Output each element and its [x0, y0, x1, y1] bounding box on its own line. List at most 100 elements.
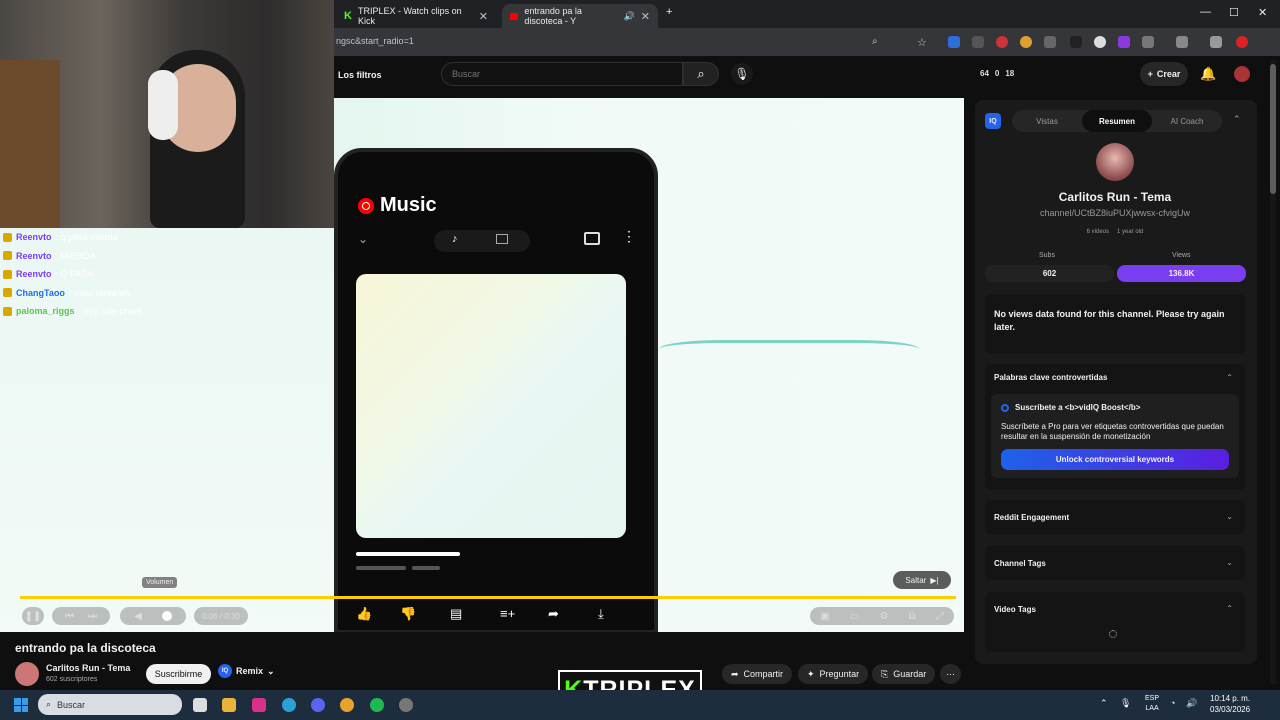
speaker-icon[interactable]: 🔊: [624, 11, 635, 22]
menu-icon[interactable]: [1210, 36, 1222, 48]
video-player[interactable]: Music ⌄ ♪ ⋮: [334, 98, 964, 632]
close-tab-icon[interactable]: ✕: [641, 10, 650, 23]
next-icon[interactable]: ⏭: [88, 611, 97, 622]
windows-start-icon[interactable]: [14, 698, 28, 712]
extension-icon[interactable]: [1044, 36, 1056, 48]
extension-icon[interactable]: [948, 36, 960, 48]
extension-icon[interactable]: [972, 36, 984, 48]
volume-slider[interactable]: [161, 611, 172, 621]
taskbar-search[interactable]: ⌕ Buscar: [38, 694, 182, 715]
add-to-playlist-icon[interactable]: ≡+: [500, 606, 515, 621]
spotify-icon[interactable]: [370, 698, 384, 712]
tab-ai-coach[interactable]: AI Coach: [1152, 110, 1222, 132]
extension-icon[interactable]: [996, 36, 1008, 48]
new-tab-button[interactable]: +: [666, 6, 672, 18]
puzzle-icon[interactable]: [1142, 36, 1154, 48]
url-text[interactable]: ngsc&start_radio=1: [336, 36, 414, 46]
chat-message: Reenvto: q pasa mierda: [0, 228, 320, 247]
store-icon[interactable]: [193, 698, 207, 712]
input-language[interactable]: ESP LAA: [1145, 694, 1159, 714]
minimize-button[interactable]: —: [1200, 6, 1211, 18]
system-clock[interactable]: 10:14 p. m. 03/03/2026: [1210, 693, 1250, 715]
voice-search-button[interactable]: 🎙: [731, 63, 753, 85]
comment-icon[interactable]: ▤: [450, 606, 462, 622]
more-actions-button[interactable]: ⋯: [940, 664, 961, 684]
settings-gear-icon[interactable]: ⚙: [879, 611, 888, 622]
extension-icon[interactable]: [1070, 36, 1082, 48]
bookmark-star-icon[interactable]: ☆: [917, 36, 929, 49]
discord-icon[interactable]: [311, 698, 325, 712]
ask-button[interactable]: ✦ Preguntar: [798, 664, 869, 684]
section-header[interactable]: Palabras clave controvertidas: [994, 373, 1107, 382]
download-icon[interactable]: ⤓: [598, 606, 604, 622]
progress-bar[interactable]: [20, 596, 956, 599]
wifi-icon[interactable]: ◔: [1170, 698, 1175, 708]
tab-triplex-kick[interactable]: K TRIPLEX - Watch clips on Kick ✕: [336, 4, 496, 28]
chevron-up-icon[interactable]: ⌃: [1226, 373, 1233, 382]
collapse-icon[interactable]: ⌃: [1233, 114, 1241, 125]
app-icon[interactable]: [399, 698, 413, 712]
scrollbar-thumb[interactable]: [1270, 64, 1276, 194]
miniplayer-icon[interactable]: ⧉: [909, 611, 916, 622]
account-avatar[interactable]: [1234, 66, 1250, 82]
channel-avatar[interactable]: [15, 662, 39, 686]
share-arrow-icon[interactable]: ➦: [548, 606, 559, 622]
tab-resumen[interactable]: Resumen: [1082, 110, 1152, 132]
remix-button[interactable]: IQ Remix ⌄: [218, 664, 275, 678]
dislike-icon[interactable]: 👎: [400, 606, 416, 622]
taskbar-search-label: Buscar: [57, 699, 86, 710]
extension-icon[interactable]: [1118, 36, 1130, 48]
page-scrollbar[interactable]: [1270, 60, 1276, 684]
close-window-button[interactable]: ✕: [1258, 6, 1267, 19]
tab-vistas[interactable]: Vistas: [1012, 110, 1082, 132]
tab-youtube-video[interactable]: entrando pa la discoteca - Y 🔊 ✕: [502, 4, 658, 28]
file-explorer-icon[interactable]: [222, 698, 236, 712]
share-label: Compartir: [743, 669, 784, 679]
instagram-icon[interactable]: [252, 698, 266, 712]
volume-control[interactable]: ◀: [120, 607, 186, 625]
more-vert-icon: ⋮: [622, 228, 636, 244]
volume-tray-icon[interactable]: 🔊: [1186, 698, 1197, 709]
channel-tags-section[interactable]: Channel Tags ⌄: [985, 546, 1245, 580]
video-tags-section[interactable]: Video Tags ⌃: [985, 592, 1245, 652]
stat-value: 64: [980, 69, 989, 78]
prev-next-group: ⏮ ⏭: [52, 607, 110, 625]
chat-message: paloma_riggs: hoy sale pravé: [0, 302, 320, 321]
create-button[interactable]: + Crear: [1140, 62, 1188, 86]
notifications-bell-icon[interactable]: 🔔: [1200, 66, 1216, 82]
chat-message: ChangTaoo: eseo tarea wn: [0, 284, 320, 303]
extension-icon[interactable]: [1094, 36, 1106, 48]
chevron-down-icon: ⌄: [1226, 558, 1233, 567]
zoom-icon[interactable]: ⌕: [872, 36, 884, 48]
like-icon[interactable]: 👍: [356, 606, 372, 622]
volume-tooltip: Volumen: [142, 577, 178, 588]
extension-icon[interactable]: [1176, 36, 1188, 48]
chrome-icon[interactable]: [340, 698, 354, 712]
filters-button[interactable]: Los filtros: [338, 70, 382, 80]
search-button[interactable]: ⌕: [683, 62, 719, 86]
share-button[interactable]: ➦ Compartir: [722, 664, 793, 684]
subscribe-button[interactable]: Suscribirme: [146, 664, 211, 684]
save-button[interactable]: ⎘ Guardar: [872, 664, 936, 684]
channel-handle[interactable]: channel/UCtBZ8iuPUXjwwsx-cfvigUw: [975, 208, 1255, 218]
previous-icon[interactable]: ⏮: [65, 611, 74, 622]
profile-icon[interactable]: [1236, 36, 1248, 48]
edge-icon[interactable]: [282, 698, 296, 712]
vidiq-icon[interactable]: ▣: [820, 611, 829, 622]
close-tab-icon[interactable]: ✕: [479, 10, 488, 23]
mic-tray-icon[interactable]: 🎙: [1120, 698, 1131, 709]
subtitles-icon[interactable]: ▭: [850, 611, 859, 622]
skip-button[interactable]: Saltar ▶|: [893, 571, 951, 589]
maximize-button[interactable]: ☐: [1229, 6, 1239, 19]
tray-chevron-icon[interactable]: ⌃: [1100, 698, 1108, 709]
unlock-keywords-button[interactable]: Unlock controversial keywords: [1001, 449, 1229, 470]
reddit-engagement-section[interactable]: Reddit Engagement ⌄: [985, 500, 1245, 534]
search-input[interactable]: [441, 62, 683, 86]
fullscreen-icon[interactable]: ⤢: [936, 611, 944, 622]
extension-icon[interactable]: [1020, 36, 1032, 48]
chevron-down-icon: ⌄: [358, 232, 369, 246]
youtube-music-icon: [358, 197, 374, 214]
channel-name[interactable]: Carlitos Run - Tema: [46, 663, 130, 673]
pause-button[interactable]: ❚❚: [22, 607, 44, 625]
vidiq-icon: IQ: [218, 664, 232, 678]
